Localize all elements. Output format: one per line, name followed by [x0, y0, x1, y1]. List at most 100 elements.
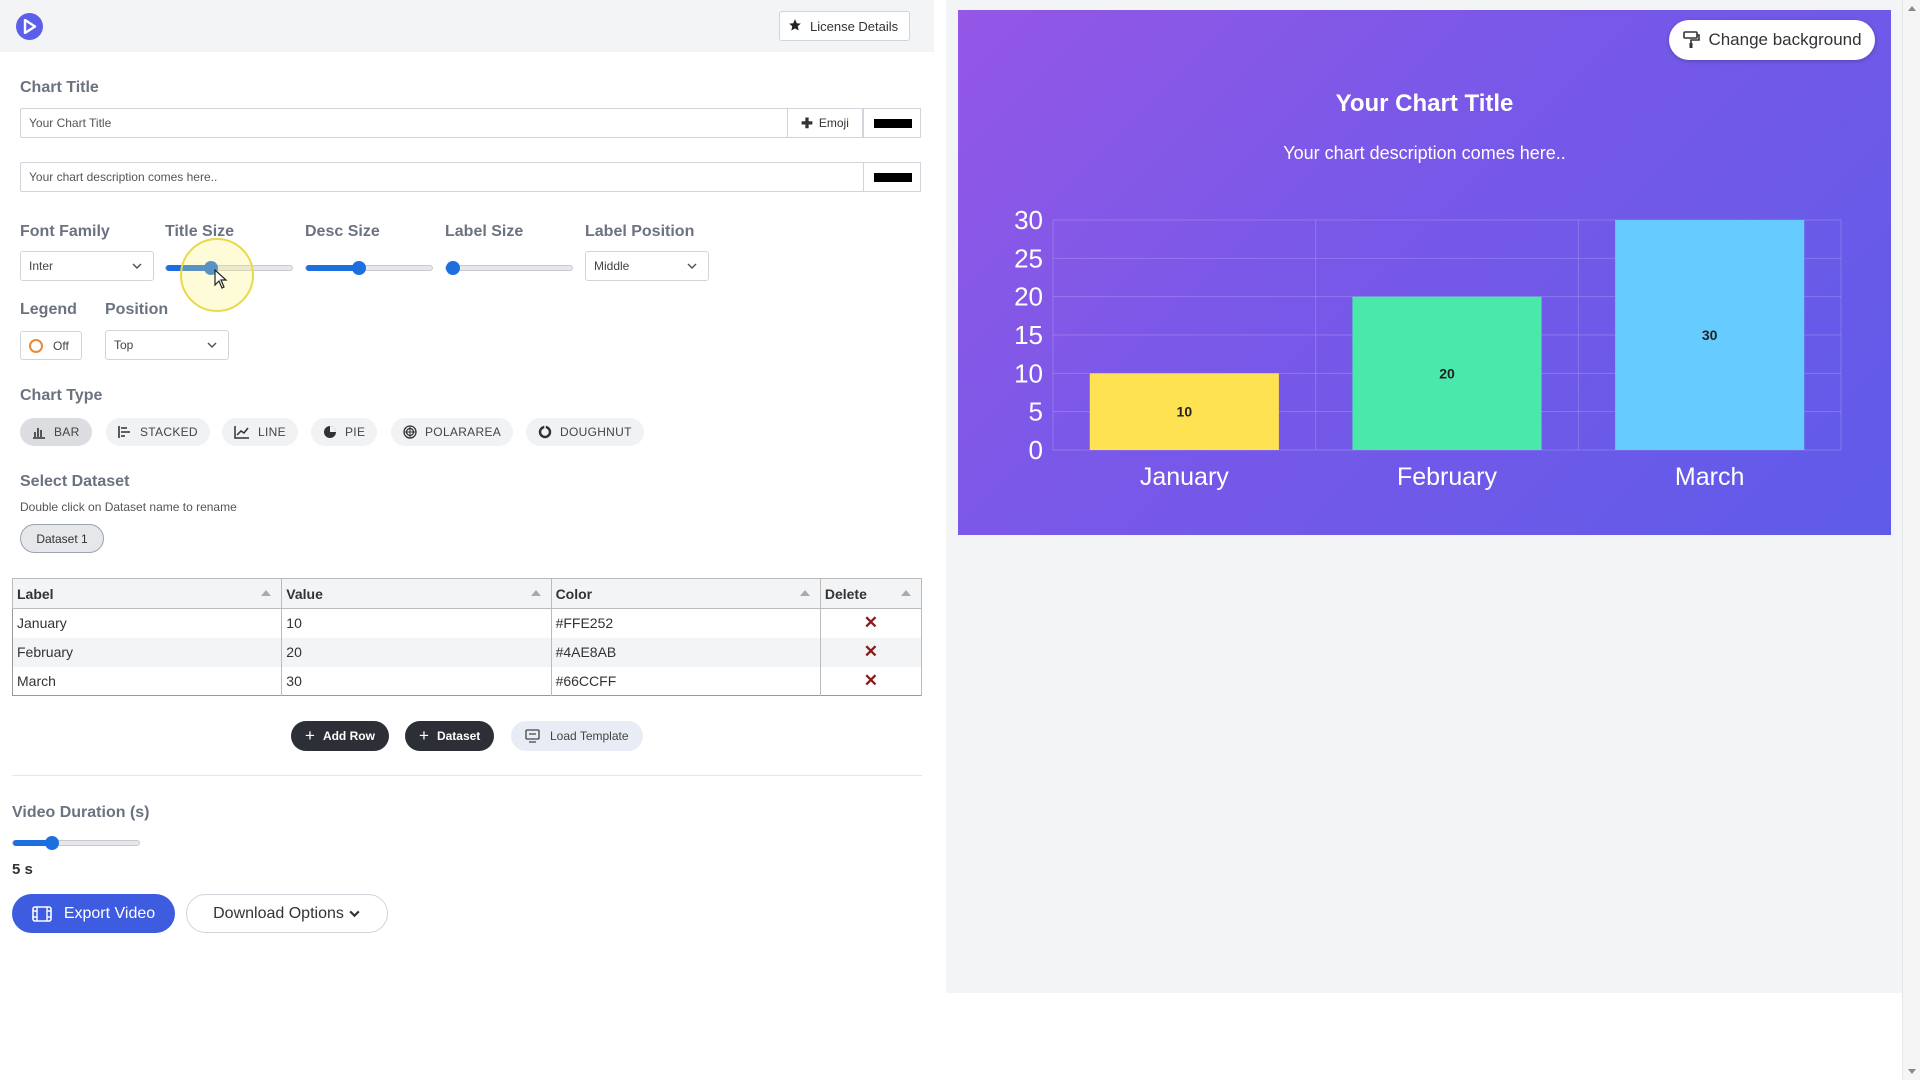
video-duration-value: 5 s — [12, 861, 33, 878]
legend-position-select[interactable]: Top — [105, 330, 229, 360]
column-header-color[interactable]: Color — [550, 578, 821, 609]
legend-value: Off — [53, 338, 69, 353]
delete-row-icon[interactable]: ✕ — [820, 666, 923, 696]
download-options-label: Download Options — [213, 904, 344, 922]
column-header-value[interactable]: Value — [281, 578, 552, 609]
chevron-down-icon — [207, 342, 217, 349]
chart-type-bar[interactable]: BAR — [20, 418, 92, 446]
chart-type-pie[interactable]: PIE — [311, 418, 378, 446]
title-color-picker[interactable] — [863, 108, 921, 138]
cell-value[interactable]: 30 — [281, 666, 552, 696]
polar-area-icon — [403, 425, 417, 439]
stacked-chart-icon — [118, 426, 130, 438]
label-position-label: Label Position — [585, 223, 695, 240]
scroll-up-icon[interactable] — [1908, 6, 1916, 11]
video-duration-slider[interactable] — [12, 836, 140, 850]
sort-icon[interactable] — [261, 590, 272, 596]
chart-type-stacked-label: STACKED — [140, 425, 198, 439]
desc-size-label: Desc Size — [305, 223, 380, 240]
label-size-slider[interactable] — [445, 261, 573, 275]
cell-label[interactable]: February — [12, 637, 283, 667]
chart-description-input[interactable]: Your chart description comes here.. — [20, 162, 864, 192]
table-row: February 20 #4AE8AB ✕ — [12, 637, 923, 667]
download-options-button[interactable]: Download Options — [186, 894, 388, 933]
chart-type-pie-label: PIE — [345, 425, 366, 439]
chart-type-doughnut[interactable]: DOUGHNUT — [526, 418, 644, 446]
chart-title: Your Chart Title — [1335, 90, 1514, 117]
cell-color[interactable]: #4AE8AB — [551, 637, 821, 667]
cell-label[interactable]: March — [12, 666, 283, 696]
emoji-button[interactable]: ✚ Emoji — [787, 108, 863, 138]
chevron-down-icon — [687, 263, 697, 270]
app-logo-icon[interactable] — [16, 13, 43, 40]
cell-color[interactable]: #FFE252 — [551, 608, 821, 638]
column-header-delete[interactable]: Delete — [819, 578, 923, 609]
y-tick-label: 15 — [1014, 320, 1043, 350]
label-position-value: Middle — [594, 259, 630, 273]
table-row: March 30 #66CCFF ✕ — [12, 666, 923, 696]
plus-icon: + — [419, 726, 429, 745]
plus-icon: + — [305, 726, 315, 745]
emoji-label: Emoji — [818, 116, 849, 130]
page-scrollbar[interactable] — [1902, 0, 1920, 1080]
chart-type-line[interactable]: LINE — [222, 418, 298, 446]
data-label: 10 — [1177, 404, 1193, 420]
export-video-button[interactable]: Export Video — [12, 894, 175, 933]
sort-icon[interactable] — [530, 590, 541, 596]
doughnut-chart-icon — [538, 425, 552, 439]
description-color-picker[interactable] — [863, 162, 921, 192]
load-template-label: Load Template — [550, 729, 629, 743]
y-tick-label: 10 — [1014, 358, 1043, 388]
dataset-pill[interactable]: Dataset 1 — [20, 524, 104, 553]
chart-type-stacked[interactable]: STACKED — [106, 418, 210, 446]
cell-value[interactable]: 20 — [281, 637, 552, 667]
font-family-value: Inter — [29, 259, 54, 273]
toggle-off-icon — [29, 338, 43, 353]
chart-type-polararea[interactable]: POLARAREA — [391, 418, 514, 446]
plus-icon: ✚ — [801, 114, 813, 131]
chart-type-polararea-label: POLARAREA — [425, 425, 502, 439]
font-family-select[interactable]: Inter — [20, 251, 154, 281]
delete-row-icon[interactable]: ✕ — [820, 637, 923, 667]
slider-knob[interactable] — [446, 261, 460, 275]
table-row: January 10 #FFE252 ✕ — [12, 608, 923, 638]
add-row-label: Add Row — [322, 729, 375, 743]
top-bar: License Details — [0, 0, 934, 52]
label-position-select[interactable]: Middle — [585, 251, 709, 281]
change-background-label: Change background — [1708, 30, 1862, 49]
y-tick-label: 0 — [1029, 435, 1043, 465]
sort-icon[interactable] — [901, 590, 911, 596]
paint-roller-icon — [1683, 31, 1701, 48]
bar-chart-icon — [33, 428, 45, 439]
chart-title-input[interactable]: Your Chart Title — [20, 108, 788, 138]
divider — [12, 775, 922, 776]
pie-chart-icon — [324, 426, 336, 438]
data-label: 20 — [1439, 365, 1455, 381]
change-background-button[interactable]: Change background — [1669, 20, 1875, 60]
star-icon — [788, 18, 802, 35]
data-table: Label Value Color Delete January 10 #FFE… — [11, 578, 923, 696]
cell-color[interactable]: #66CCFF — [551, 666, 821, 696]
add-row-button[interactable]: + Add Row — [291, 721, 389, 751]
cell-value[interactable]: 10 — [281, 608, 552, 638]
data-label: 30 — [1702, 327, 1718, 343]
sort-icon[interactable] — [799, 590, 810, 596]
add-dataset-button[interactable]: + Dataset — [405, 721, 495, 751]
column-header-label[interactable]: Label — [11, 578, 283, 609]
chevron-down-icon — [349, 910, 360, 918]
load-template-button[interactable]: Load Template — [511, 721, 643, 751]
template-icon — [525, 729, 540, 743]
table-header-row: Label Value Color Delete — [11, 578, 923, 609]
slider-knob[interactable] — [45, 836, 60, 850]
delete-row-icon[interactable]: ✕ — [820, 608, 923, 638]
scroll-down-icon[interactable] — [1908, 1069, 1916, 1074]
license-details-button[interactable]: License Details — [779, 11, 910, 41]
bar-chart: 0 5 10 15 20 25 30 10 January 20 February 30 March — [1014, 205, 1842, 491]
cell-label[interactable]: January — [12, 608, 283, 638]
legend-toggle[interactable]: Off — [20, 331, 82, 360]
slider-knob[interactable] — [351, 261, 366, 275]
editor-panel: License Details Chart Title Your Chart T… — [0, 0, 946, 1080]
desc-size-slider[interactable] — [305, 261, 433, 275]
legend-label: Legend — [20, 301, 77, 318]
select-dataset-heading: Select Dataset — [20, 473, 130, 490]
